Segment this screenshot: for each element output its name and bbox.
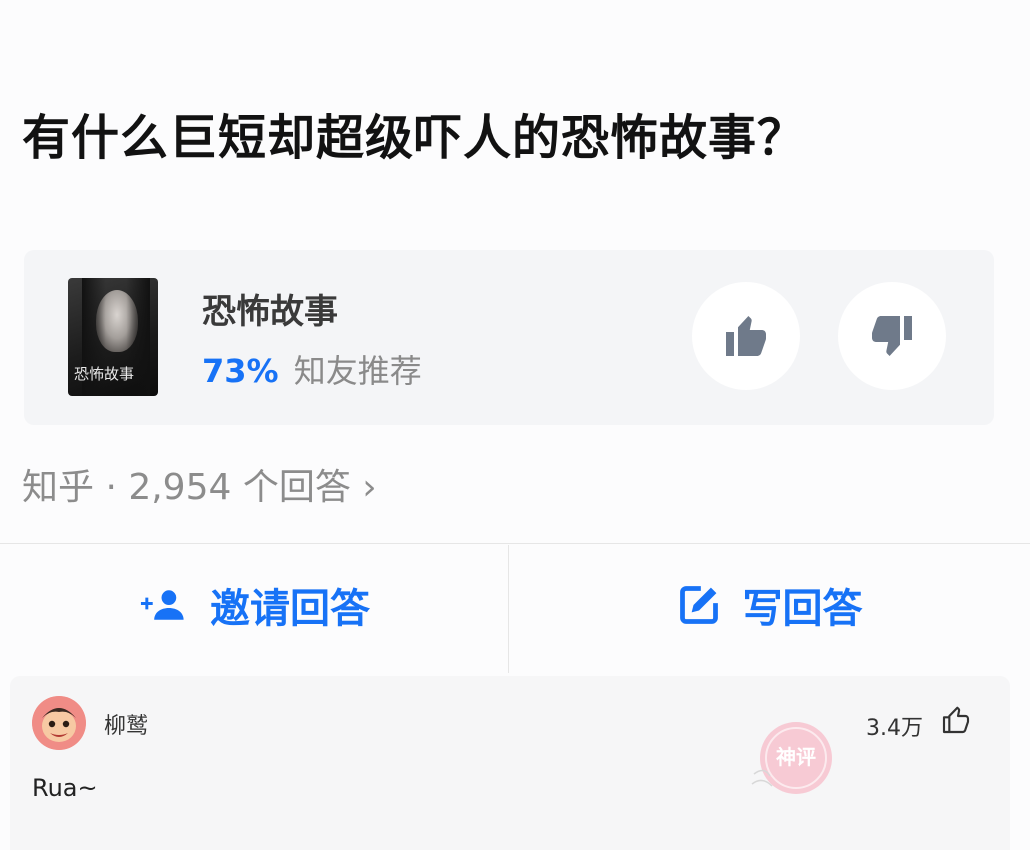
topic-percent: 73% [202, 352, 279, 390]
answer-content[interactable]: Rua~ [32, 774, 98, 802]
thumbs-down-icon [872, 316, 912, 356]
topic-stats: 73% 知友推荐 [202, 346, 422, 392]
cover-title: 恐怖故事 [74, 365, 135, 383]
topic-card[interactable]: 恐怖故事 恐怖故事 73% 知友推荐 [24, 250, 994, 425]
author-avatar[interactable] [32, 696, 86, 750]
invite-answer-button[interactable]: 邀请回答 [0, 545, 508, 665]
author-name[interactable]: 柳鹫 [104, 708, 148, 740]
avatar-cartoon-icon [32, 696, 86, 750]
topic-cover-image[interactable]: 恐怖故事 [68, 278, 158, 396]
upvote-button[interactable] [692, 282, 800, 390]
hot-comment-stamp: 神评 [751, 722, 832, 794]
topic-name[interactable]: 恐怖故事 [202, 284, 338, 333]
stamp-text: 神评 [776, 745, 816, 769]
divider-horizontal [0, 543, 1030, 544]
like-button[interactable] [940, 704, 972, 740]
topic-recommend-label: 知友推荐 [293, 352, 422, 390]
invite-answer-label: 邀请回答 [210, 586, 370, 632]
thumbs-up-icon [726, 316, 766, 356]
answer-count-link[interactable]: 知乎 · 2,954 个回答 › [22, 458, 377, 510]
thumbs-up-outline-icon [942, 706, 970, 734]
answer-card[interactable]: 柳鹫 3.4万 Rua~ 神评 [10, 676, 1010, 850]
add-user-icon [140, 590, 184, 620]
question-title[interactable]: 有什么巨短却超级吓人的恐怖故事？ [22, 98, 806, 168]
question-page: 有什么巨短却超级吓人的恐怖故事？ 恐怖故事 恐怖故事 73% 知友推荐 知乎 ·… [0, 0, 1030, 850]
write-answer-label: 写回答 [742, 586, 863, 632]
like-count: 3.4万 [866, 716, 923, 741]
edit-icon [679, 586, 718, 624]
write-answer-button[interactable]: 写回答 [509, 545, 1030, 665]
downvote-button[interactable] [838, 282, 946, 390]
